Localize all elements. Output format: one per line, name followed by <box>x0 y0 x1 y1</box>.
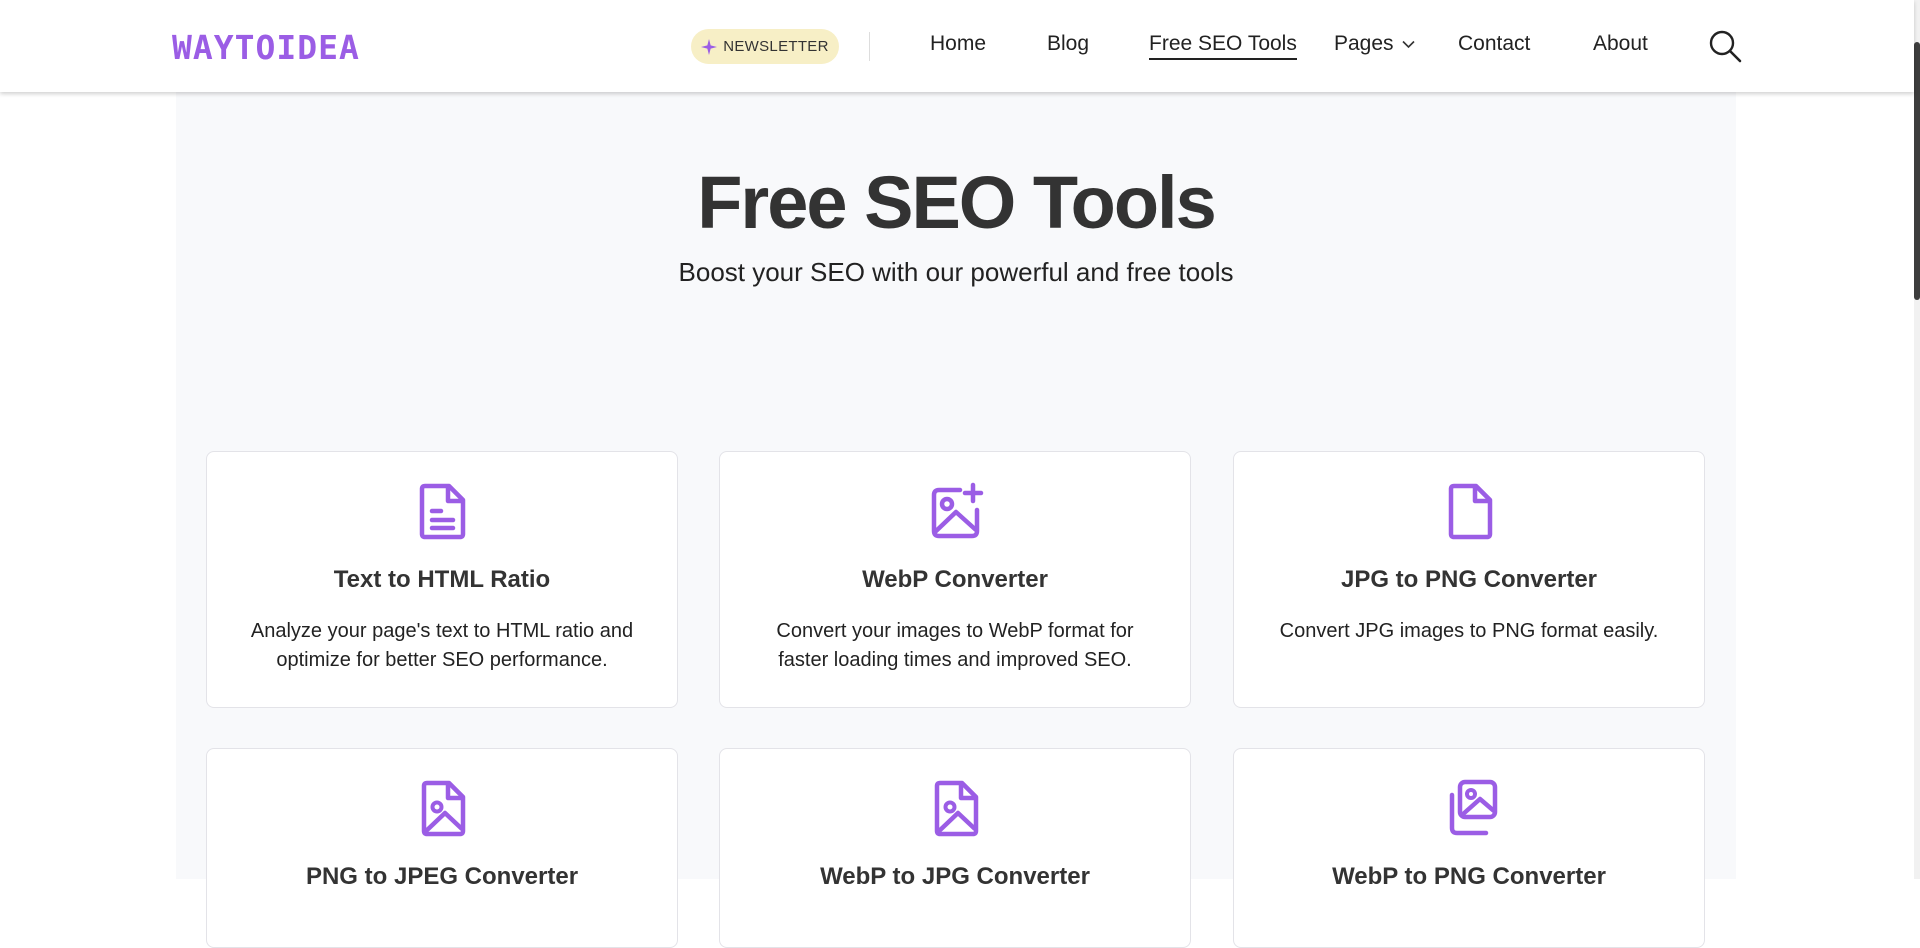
tool-title: WebP to JPG Converter <box>820 863 1090 890</box>
images-icon <box>1449 779 1498 836</box>
tool-card-webp-to-png[interactable]: WebP to PNG Converter <box>1233 748 1705 948</box>
nav-blog[interactable]: Blog <box>1047 32 1089 56</box>
document-text-icon <box>419 483 466 540</box>
tool-description: Analyze your page's text to HTML ratio a… <box>250 620 634 671</box>
newsletter-button[interactable]: NEWSLETTER <box>691 29 839 64</box>
newsletter-label: NEWSLETTER <box>723 38 829 55</box>
tool-description: Convert JPG images to PNG format easily. <box>1279 620 1659 642</box>
sparkle-icon <box>701 38 718 55</box>
site-header: WAYTOIDEA NEWSLETTER Home Blog Free SEO … <box>0 0 1914 92</box>
search-icon <box>1709 30 1742 63</box>
tool-card-jpg-to-png[interactable]: JPG to PNG Converter Convert JPG images … <box>1233 451 1705 708</box>
page-title: Free SEO Tools <box>697 161 1217 244</box>
tool-title: WebP Converter <box>862 566 1048 593</box>
file-icon <box>1448 483 1493 540</box>
tool-card-text-to-html-ratio[interactable]: Text to HTML Ratio Analyze your page's t… <box>206 451 678 708</box>
scrollbar-thumb[interactable] <box>1914 42 1920 300</box>
nav-about[interactable]: About <box>1593 32 1648 56</box>
site-logo[interactable]: WAYTOIDEA <box>172 28 360 67</box>
scrollbar[interactable] <box>1914 0 1920 879</box>
tool-card-webp-converter[interactable]: WebP Converter Convert your images to We… <box>719 451 1191 708</box>
nav-free-seo-tools[interactable]: Free SEO Tools <box>1149 32 1297 60</box>
chevron-down-icon <box>1401 40 1415 48</box>
nav-pages[interactable]: Pages <box>1334 32 1415 56</box>
tool-card-png-to-jpeg[interactable]: PNG to JPEG Converter <box>206 748 678 948</box>
search-button[interactable] <box>1708 29 1742 63</box>
tool-card-webp-to-jpg[interactable]: WebP to JPG Converter <box>719 748 1191 948</box>
nav-pages-label: Pages <box>1334 32 1394 55</box>
file-image-icon <box>421 780 466 837</box>
tool-title: Text to HTML Ratio <box>333 566 551 593</box>
nav-home[interactable]: Home <box>930 32 986 56</box>
page-subtitle: Boost your SEO with our powerful and fre… <box>678 257 1234 287</box>
tool-title: PNG to JPEG Converter <box>305 863 579 890</box>
tool-description: Convert your images to WebP format for f… <box>776 620 1134 671</box>
image-plus-icon <box>931 482 984 539</box>
nav-divider <box>869 32 870 61</box>
tool-title: JPG to PNG Converter <box>1340 566 1598 593</box>
file-image-icon <box>934 780 979 837</box>
nav-contact[interactable]: Contact <box>1458 32 1530 56</box>
tool-title: WebP to PNG Converter <box>1332 863 1606 890</box>
